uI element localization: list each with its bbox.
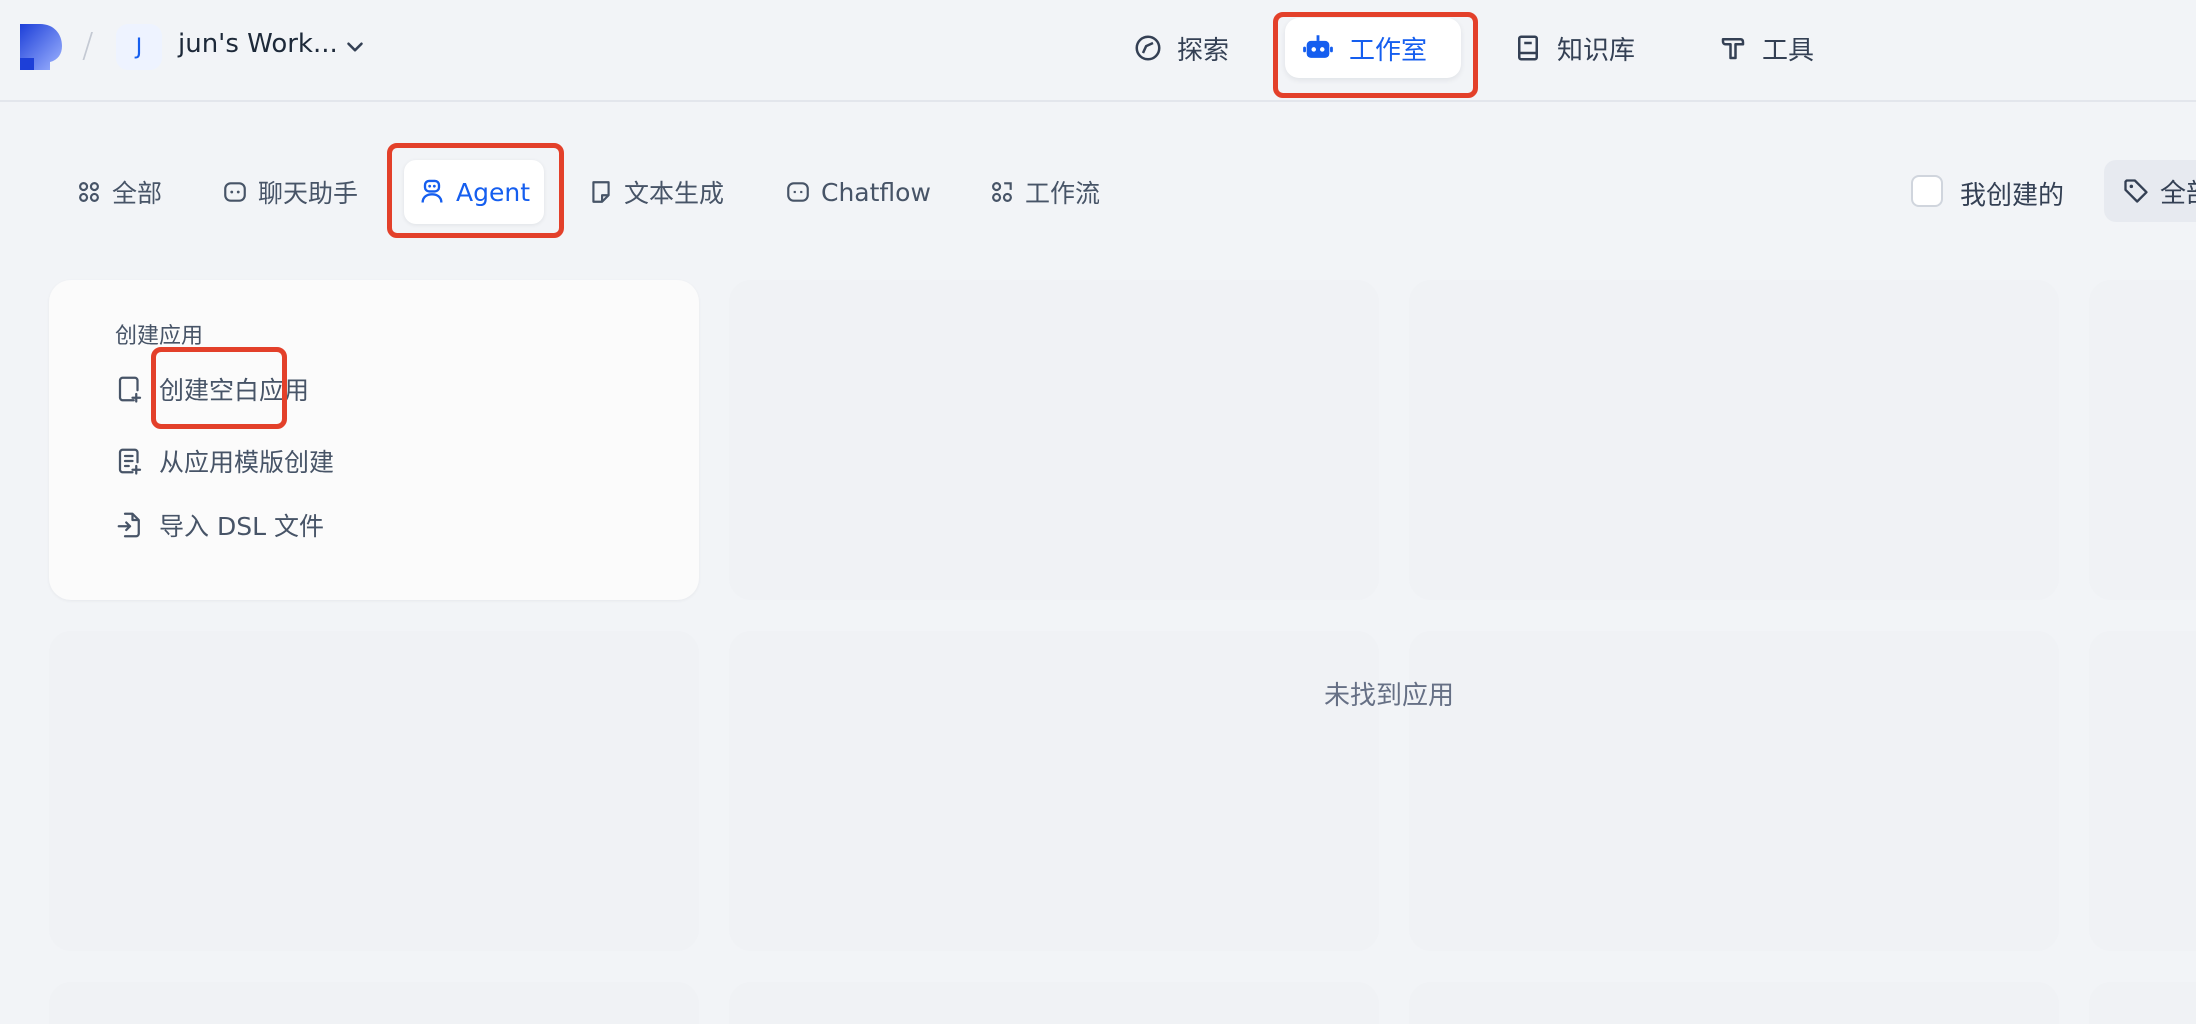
chatflow-icon (787, 182, 809, 202)
breadcrumb-separator: / (82, 26, 94, 66)
book-icon (1518, 35, 1538, 61)
blank-file-plus-icon (118, 376, 142, 403)
create-from-template-label: 从应用模版创建 (159, 448, 335, 477)
app-logo-icon[interactable] (20, 24, 64, 70)
nav-knowledge-label: 知识库 (1557, 35, 1636, 66)
placeholder-card (49, 631, 699, 951)
robot-icon (1303, 35, 1333, 58)
created-by-me-checkbox[interactable] (1911, 175, 1943, 207)
grid-icon (79, 182, 99, 202)
tab-workflow[interactable]: 工作流 (975, 160, 1114, 224)
placeholder-card (729, 982, 1379, 1024)
workspace-avatar[interactable]: J (116, 24, 162, 70)
create-from-template-item[interactable]: 从应用模版创建 (115, 443, 334, 479)
nav-tools[interactable]: 工具 (1702, 18, 1830, 78)
file-import-icon (117, 512, 140, 538)
note-icon (592, 181, 610, 203)
template-file-icon (118, 448, 142, 475)
tag-filter-label: 全部标签 (2160, 178, 2196, 209)
placeholder-card (729, 280, 1379, 600)
workflow-icon (992, 182, 1012, 202)
import-dsl-item[interactable]: 导入 DSL 文件 (115, 507, 324, 543)
placeholder-card (729, 631, 1379, 951)
empty-state-message: 未找到应用 (1324, 681, 1455, 711)
tab-chatflow-label: Chatflow (821, 177, 931, 207)
tag-filter-button[interactable]: 全部标签 (2104, 160, 2196, 222)
tab-text-generation[interactable]: 文本生成 (574, 160, 738, 224)
tab-workflow-label: 工作流 (1025, 179, 1101, 208)
nav-studio-label: 工作室 (1349, 35, 1428, 66)
workspace-name[interactable]: jun's Work... (178, 29, 338, 59)
tab-text-generation-label: 文本生成 (624, 179, 725, 208)
tab-chat-assistant-label: 聊天助手 (258, 179, 359, 208)
agent-icon (421, 179, 443, 203)
compass-icon (1135, 35, 1161, 61)
tab-all-label: 全部 (112, 179, 163, 208)
tab-all[interactable]: 全部 (62, 160, 176, 224)
nav-explore-label: 探索 (1177, 35, 1230, 66)
create-app-title: 创建应用 (115, 324, 204, 349)
nav-studio[interactable]: 工作室 (1285, 18, 1461, 78)
create-app-card: 创建应用 创建空白应用 从应用模版创建 导入 DSL 文件 (49, 280, 699, 600)
placeholder-card (2089, 280, 2196, 600)
placeholder-card (2089, 982, 2196, 1024)
top-navigation-bar: / J jun's Work... 探索 工作室 知识库 工具 (0, 0, 2196, 102)
tab-chat-assistant[interactable]: 聊天助手 (208, 160, 372, 224)
chat-bot-icon (224, 182, 246, 202)
tab-agent[interactable]: Agent (404, 160, 544, 224)
created-by-me-label[interactable]: 我创建的 (1960, 175, 2064, 212)
tag-icon (2124, 179, 2148, 203)
tab-agent-label: Agent (456, 177, 530, 207)
placeholder-card (49, 982, 699, 1024)
nav-knowledge[interactable]: 知识库 (1497, 18, 1651, 78)
placeholder-card (1409, 631, 2059, 951)
import-dsl-label: 导入 DSL 文件 (159, 512, 324, 541)
create-blank-app-item[interactable]: 创建空白应用 (115, 371, 309, 407)
placeholder-card (1409, 982, 2059, 1024)
placeholder-card (2089, 631, 2196, 951)
hammer-icon (1721, 38, 1745, 60)
placeholder-card (1409, 280, 2059, 600)
create-blank-app-label: 创建空白应用 (159, 376, 310, 405)
nav-tools-label: 工具 (1762, 35, 1815, 66)
nav-explore[interactable]: 探索 (1117, 18, 1245, 78)
tab-chatflow[interactable]: Chatflow (771, 160, 945, 224)
chevron-down-icon[interactable] (342, 34, 368, 60)
